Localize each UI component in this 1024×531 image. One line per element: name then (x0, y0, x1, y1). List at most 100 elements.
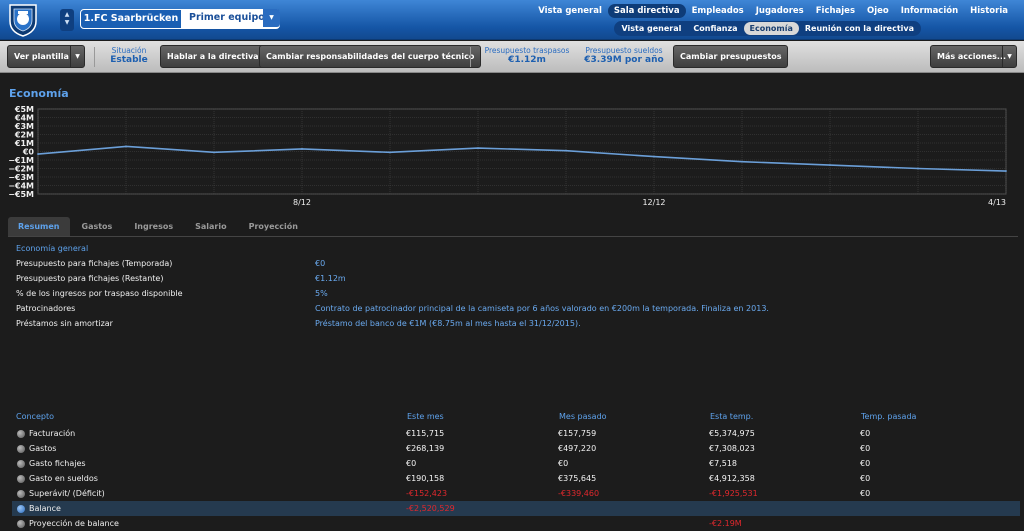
chart-data-point (653, 155, 655, 158)
change-budgets-button[interactable]: Cambiar presupuestos (673, 45, 789, 68)
subnav-item-0[interactable]: Vista general (615, 22, 687, 35)
table-cell: €0 (406, 459, 417, 468)
team-selector[interactable]: Primer equipo ▼ (182, 9, 280, 29)
table-cell: €5,374,975 (709, 429, 755, 438)
transfer-budget-label: Presupuesto traspasos (484, 46, 570, 55)
x-tick-label: 8/12 (293, 198, 311, 207)
top-bar: ▲ ▼ 1.FC Saarbrücken Primer equipo ▼ Vist… (0, 0, 1024, 40)
club-stepper[interactable]: ▲ ▼ (60, 9, 74, 31)
table-cell: €0 (860, 474, 871, 483)
chart-data-point (125, 145, 127, 148)
wage-budget-stat: Presupuesto sueldos €3.39M por año (580, 46, 668, 65)
talk-to-board-button[interactable]: Hablar a la directiva (160, 45, 266, 68)
change-staff-responsibilities-button[interactable]: Cambiar responsabilidades del cuerpo téc… (259, 45, 482, 68)
table-row[interactable]: Gastos €268,139 €497,220 €7,308,023 €0 (12, 441, 1020, 456)
row-bullet-icon (17, 520, 25, 528)
row-bullet-icon (17, 460, 25, 468)
table-cell: €157,759 (558, 429, 597, 438)
finance-table-header: Concepto Este mes Mes pasado Esta temp. … (16, 412, 1016, 425)
tab-4[interactable]: Proyección (239, 217, 308, 236)
table-cell: -€152,423 (406, 489, 448, 498)
nav-item-6[interactable]: Información (895, 4, 964, 18)
col-header-last-season[interactable]: Temp. pasada (861, 412, 916, 421)
economy-line-chart: €5M€4M€3M€2M€1M€0−€1M−€2M−€3M−€4M−€5M8/1… (8, 105, 1007, 207)
col-header-this-month[interactable]: Este mes (407, 412, 444, 421)
table-row[interactable]: Gasto fichajes €0 €0 €7,518 €0 (12, 456, 1020, 471)
y-tick-label: −€5M (8, 190, 34, 199)
x-tick-label: 12/12 (642, 198, 665, 207)
col-header-last-month[interactable]: Mes pasado (559, 412, 607, 421)
team-selector-label: Primer equipo (189, 12, 265, 23)
table-cell: €7,308,023 (709, 444, 755, 453)
chevron-down-icon[interactable]: ▼ (263, 9, 280, 27)
row-label: Facturación (29, 429, 76, 438)
table-cell: €7,518 (709, 459, 737, 468)
general-row: Presupuesto para fichajes (Restante) €1.1… (16, 271, 1016, 286)
subnav-item-2[interactable]: Economía (743, 22, 799, 35)
toolbar: Ver plantilla ▼ Situación Estable Hablar… (0, 41, 1024, 73)
more-actions-button[interactable]: Más acciones... ▼ (930, 45, 1017, 68)
squad-view-button[interactable]: Ver plantilla ▼ (7, 45, 85, 68)
nav-item-2[interactable]: Empleados (686, 4, 750, 18)
x-tick-label: 4/13 (988, 198, 1006, 207)
col-header-concept[interactable]: Concepto (16, 412, 54, 421)
divider (470, 47, 471, 67)
chevron-down-icon[interactable]: ▼ (1002, 46, 1016, 67)
table-row[interactable]: Superávit/ (Déficit) -€152,423 -€339,460 -€… (12, 486, 1020, 501)
section-title: Economía (9, 87, 69, 100)
subnav-item-1[interactable]: Confianza (687, 22, 743, 35)
table-row[interactable]: Balance -€2,520,529 (12, 501, 1020, 516)
table-row[interactable]: Gasto en sueldos €190,158 €375,645 €4,912,3… (12, 471, 1020, 486)
general-row-label: % de los ingresos por traspaso disponibl… (16, 289, 183, 298)
table-row[interactable]: Facturación €115,715 €157,759 €5,374,975 €0 (12, 426, 1020, 441)
nav-item-5[interactable]: Ojeo (861, 4, 895, 18)
wage-budget-value: €3.39M por año (584, 55, 664, 65)
tab-3[interactable]: Salario (185, 217, 236, 236)
squad-view-label: Ver plantilla (14, 52, 69, 61)
tab-1[interactable]: Gastos (72, 217, 123, 236)
row-label: Gasto fichajes (29, 459, 86, 468)
tab-0[interactable]: Resumen (8, 217, 70, 236)
row-bullet-icon (17, 445, 25, 453)
transfer-budget-value: €1.12m (508, 55, 546, 65)
nav-item-4[interactable]: Fichajes (810, 4, 861, 18)
chart-data-point (565, 149, 567, 152)
row-label: Balance (29, 504, 61, 513)
subnav-item-3[interactable]: Reunión con la directiva (799, 22, 920, 35)
general-economy-title: Economía general (16, 244, 89, 253)
chart-data-point (37, 153, 39, 155)
table-cell: €0 (860, 489, 871, 498)
chart-data-point (389, 151, 391, 154)
nav-item-1[interactable]: Sala directiva (607, 4, 686, 18)
table-cell: -€1,925,531 (709, 489, 758, 498)
situation-value: Estable (110, 55, 148, 65)
row-bullet-icon (17, 430, 25, 438)
table-cell: €0 (860, 429, 871, 438)
col-header-this-season[interactable]: Esta temp. (710, 412, 753, 421)
general-row: Patrocinadores Contrato de patrocinador p… (16, 301, 1016, 316)
nav-item-0[interactable]: Vista general (532, 4, 608, 18)
tab-2[interactable]: Ingresos (124, 217, 183, 236)
club-selector[interactable]: 1.FC Saarbrücken (80, 9, 182, 29)
table-cell: €4,912,358 (709, 474, 755, 483)
main-nav: Vista general Sala directiva Empleados Juga… (532, 4, 1014, 18)
transfer-budget-stat: Presupuesto traspasos €1.12m (478, 46, 576, 65)
table-cell: €0 (860, 444, 871, 453)
situation-label: Situación (111, 46, 147, 55)
general-row-label: Presupuesto para fichajes (Restante) (16, 274, 164, 283)
nav-item-3[interactable]: Jugadores (750, 4, 810, 18)
general-row-label: Presupuesto para fichajes (Temporada) (16, 259, 173, 268)
general-row-value: 5% (315, 289, 328, 298)
chart-data-point (741, 160, 743, 163)
nav-item-7[interactable]: Historia (964, 4, 1014, 18)
table-cell: €0 (860, 459, 871, 468)
chevron-down-icon[interactable]: ▼ (70, 46, 84, 67)
table-cell: -€2,520,529 (406, 504, 455, 513)
club-crest-icon[interactable] (6, 2, 40, 37)
row-bullet-icon (17, 505, 25, 513)
general-row-label: Patrocinadores (16, 304, 76, 313)
table-cell: €375,645 (558, 474, 597, 483)
row-bullet-icon (17, 475, 25, 483)
row-label: Gasto en sueldos (29, 474, 98, 483)
table-cell: €497,220 (558, 444, 597, 453)
